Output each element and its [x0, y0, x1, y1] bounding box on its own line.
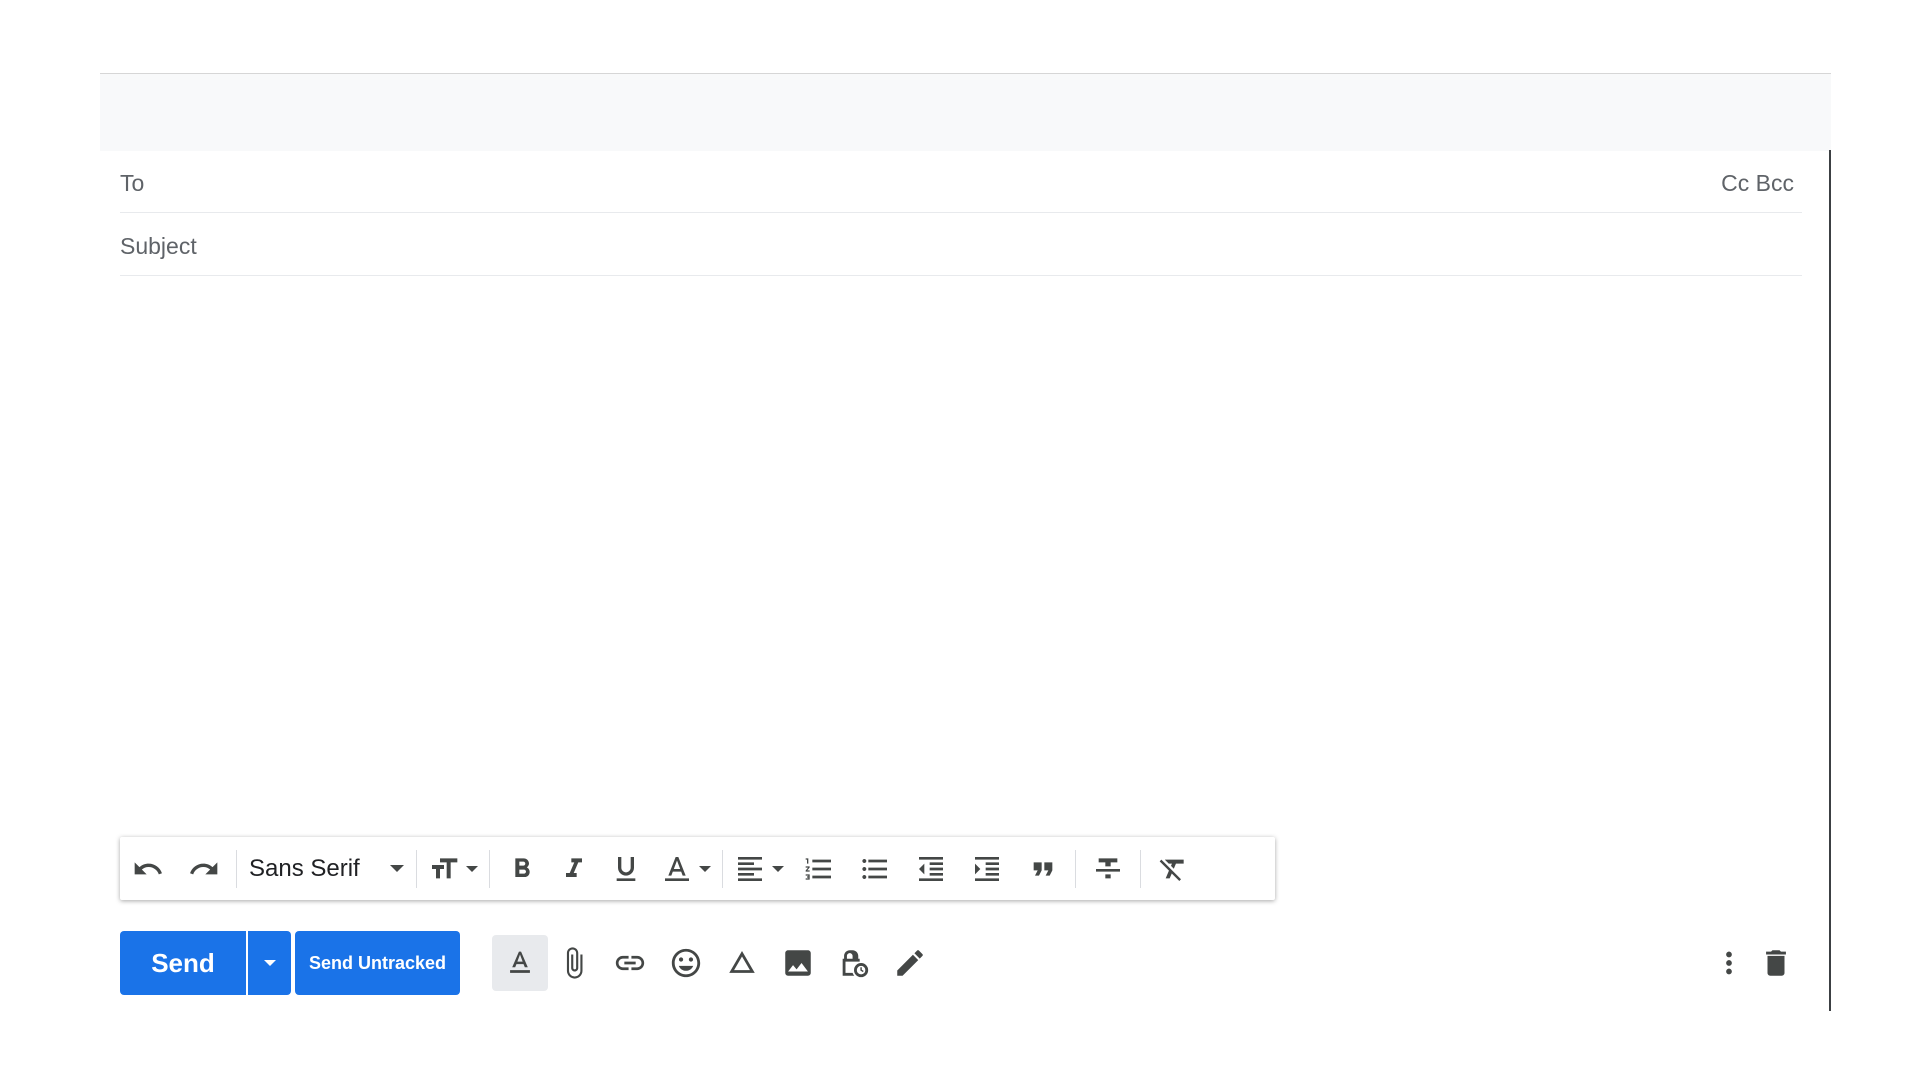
toolbar-divider — [721, 849, 723, 888]
text-format-icon — [510, 951, 530, 973]
italic-button[interactable] — [550, 837, 598, 900]
emoji-icon — [671, 948, 701, 978]
strikethrough-button[interactable] — [1080, 837, 1136, 900]
redo-icon — [190, 861, 218, 874]
indent-more-button[interactable] — [959, 837, 1015, 900]
numbered-list-button[interactable] — [791, 837, 847, 900]
undo-icon — [134, 861, 162, 874]
indent-less-button[interactable] — [903, 837, 959, 900]
to-field[interactable]: To Cc Bcc — [120, 150, 1802, 213]
remove-formatting-button[interactable] — [1145, 837, 1201, 900]
send-options-button[interactable] — [248, 931, 291, 995]
remove-formatting-icon — [1159, 859, 1184, 881]
align-button[interactable] — [727, 837, 791, 900]
insert-photo-button[interactable] — [770, 935, 826, 991]
chevron-down-icon — [771, 865, 784, 872]
more-vert-icon — [1726, 951, 1732, 975]
text-size-icon — [431, 857, 458, 878]
formatting-options-button[interactable] — [492, 935, 548, 991]
chevron-down-icon — [389, 865, 404, 872]
italic-icon — [565, 857, 582, 877]
quote-button[interactable] — [1015, 837, 1071, 900]
numbered-list-icon — [805, 857, 831, 880]
indent-more-icon — [974, 856, 999, 881]
send-button[interactable]: Send — [120, 931, 246, 995]
underline-button[interactable] — [598, 837, 654, 900]
insert-signature-button[interactable] — [882, 935, 938, 991]
toolbar-divider — [236, 849, 237, 888]
text-color-icon — [664, 856, 689, 881]
formatting-toolbar: Sans Serif — [120, 837, 1275, 900]
paperclip-icon — [566, 947, 583, 979]
cc-link[interactable]: Cc — [1721, 170, 1749, 196]
bulleted-list-button[interactable] — [847, 837, 903, 900]
attach-files-button[interactable] — [546, 935, 602, 991]
strikethrough-icon — [1095, 857, 1120, 878]
align-left-icon — [737, 856, 762, 881]
subject-field[interactable]: Subject — [120, 213, 1802, 276]
chevron-down-icon — [465, 865, 478, 872]
compose-right-border — [1829, 150, 1831, 1011]
confidential-mode-button[interactable] — [826, 935, 882, 991]
insert-link-button[interactable] — [602, 935, 658, 991]
font-family-select[interactable]: Sans Serif — [241, 837, 412, 900]
compose-window: To Cc Bcc Subject Sans Serif Send Send U… — [100, 73, 1831, 1011]
toolbar-divider — [1139, 849, 1141, 888]
trash-icon — [1766, 950, 1786, 976]
insert-drive-file-button[interactable] — [714, 935, 770, 991]
font-family-value: Sans Serif — [249, 854, 360, 882]
compose-header — [100, 73, 1831, 151]
compose-action-bar: Send Send Untracked — [120, 931, 1802, 995]
toolbar-divider — [415, 849, 417, 888]
chevron-down-icon — [263, 960, 276, 966]
undo-button[interactable] — [120, 837, 176, 900]
toolbar-divider — [488, 849, 490, 888]
cc-bcc-links: Cc Bcc — [1721, 170, 1794, 197]
bold-button[interactable] — [494, 837, 550, 900]
send-untracked-button[interactable]: Send Untracked — [295, 931, 460, 995]
discard-draft-button[interactable] — [1752, 935, 1800, 991]
drive-icon — [729, 950, 755, 973]
insert-emoji-button[interactable] — [658, 935, 714, 991]
toolbar-divider — [1074, 849, 1076, 888]
subject-placeholder: Subject — [120, 233, 197, 259]
underline-icon — [616, 856, 636, 881]
chevron-down-icon — [698, 865, 711, 872]
text-size-button[interactable] — [421, 837, 485, 900]
redo-button[interactable] — [176, 837, 232, 900]
quote-icon — [1033, 861, 1053, 876]
bulleted-list-icon — [862, 858, 887, 879]
bcc-link[interactable]: Bcc — [1756, 170, 1794, 196]
photo-icon — [785, 950, 811, 976]
bold-icon — [515, 857, 530, 877]
pen-icon — [897, 950, 923, 976]
to-label: To — [120, 170, 145, 196]
message-body[interactable] — [120, 278, 1802, 878]
more-options-button[interactable] — [1707, 935, 1751, 991]
lock-clock-icon — [842, 950, 869, 978]
indent-less-icon — [918, 856, 943, 881]
link-icon — [615, 955, 645, 971]
text-color-button[interactable] — [654, 837, 718, 900]
